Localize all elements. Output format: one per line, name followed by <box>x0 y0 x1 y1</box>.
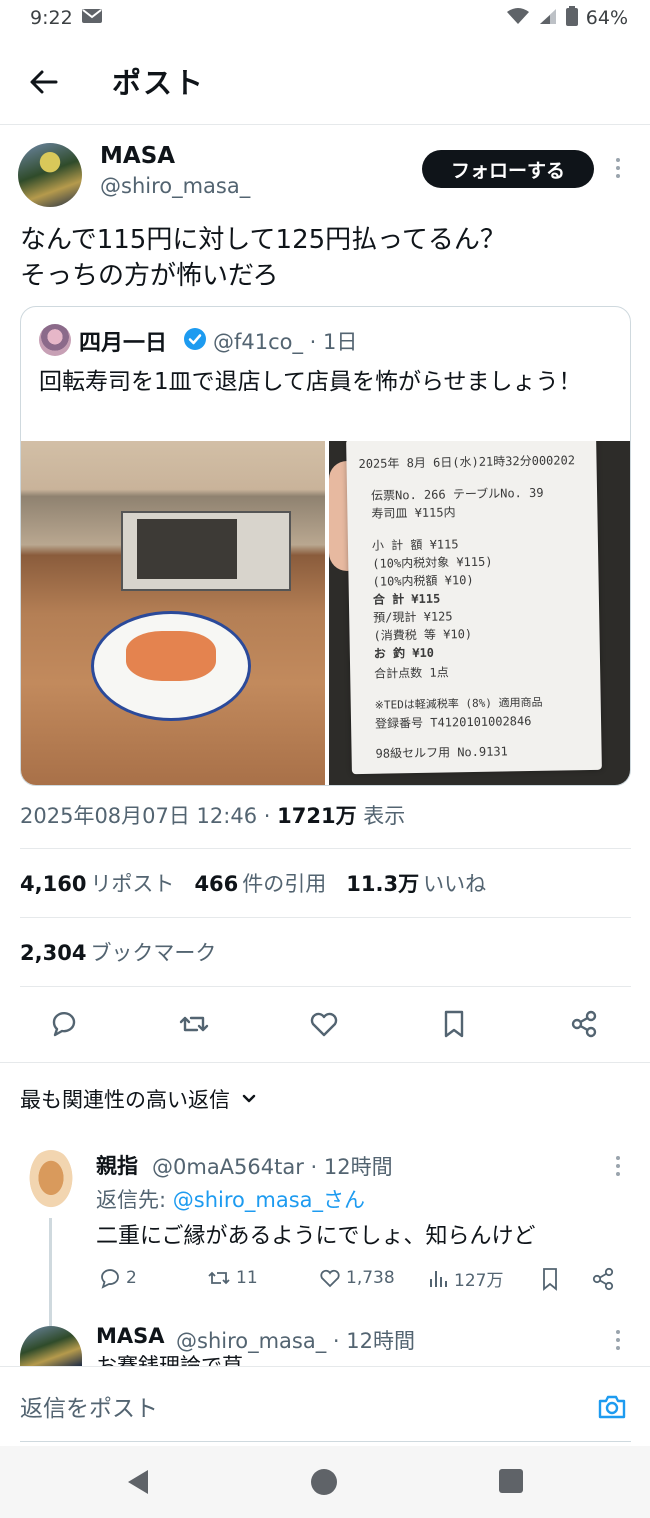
reply2-author-handle[interactable]: @shiro_masa_ · 12時間 <box>176 1325 415 1355</box>
reply-composer: 返信をポスト <box>0 1366 650 1446</box>
chevron-down-icon <box>242 1094 256 1103</box>
thread-line <box>49 1218 52 1326</box>
receipt-line: (10%内税額 ¥10) <box>372 573 474 589</box>
like-icon[interactable] <box>308 1008 340 1040</box>
reply-action-bar: 2 11 1,738 127万 <box>96 1266 626 1296</box>
bookmark-icon[interactable] <box>538 1266 562 1292</box>
author-handle[interactable]: @shiro_masa_ <box>100 174 250 198</box>
post-meta: 2025年08月07日 12:46 · 1721万 表示 <box>20 800 405 830</box>
views-label: 表示 <box>363 804 406 828</box>
divider <box>20 986 631 987</box>
bookmarks-stat[interactable]: 2,304 ブックマーク <box>20 937 216 967</box>
battery-percent: 64% <box>585 7 628 29</box>
author-name[interactable]: MASA <box>100 143 175 169</box>
receipt-line: (10%内税対象 ¥115) <box>372 554 493 571</box>
likes-stat[interactable]: 11.3万 いいね <box>346 868 486 898</box>
reply-author-name[interactable]: 親指 <box>96 1150 138 1180</box>
share-icon[interactable] <box>590 1266 616 1292</box>
nav-back-icon[interactable] <box>124 1468 150 1496</box>
camera-icon[interactable] <box>596 1391 628 1423</box>
reply-avatar[interactable] <box>26 1150 76 1212</box>
author-avatar[interactable] <box>18 143 82 207</box>
post-text: なんで115円に対して125円払ってるん？ そっちの方が怖いだろ <box>20 225 506 291</box>
nav-recents-icon[interactable] <box>498 1468 524 1494</box>
quotes-stat[interactable]: 466 件の引用 <box>194 868 326 898</box>
receipt-line: お 釣 ¥10 <box>373 645 435 661</box>
reply-more-options-icon[interactable] <box>615 1156 621 1178</box>
reply-to-prefix: 返信先: <box>96 1188 173 1212</box>
post-timestamp[interactable]: 2025年08月07日 12:46 · <box>20 804 270 828</box>
reply-icon[interactable] <box>48 1008 80 1040</box>
views-icon <box>430 1270 447 1287</box>
receipt-line: ※TEDは軽減税率 (8%) 適用商品 <box>374 695 543 712</box>
receipt-line: 合 計 ¥115 <box>372 591 441 607</box>
reply-comment-count: 2 <box>126 1268 137 1288</box>
reply-icon <box>101 1269 119 1289</box>
receipt-line: 寿司皿 ¥115内 <box>371 505 456 521</box>
quoted-author-handle: @f41co_ · 1日 <box>213 330 358 354</box>
app-header: ポスト <box>0 48 650 118</box>
receipt-line: 伝票No. 266 テーブルNo. 39 <box>370 485 544 503</box>
reply-to-line: 返信先: @shiro_masa_さん <box>96 1184 365 1214</box>
reply-repost-count: 11 <box>236 1268 258 1288</box>
receipt-line: 登録番号 T4120101002846 <box>374 714 532 731</box>
verified-badge-icon <box>184 328 206 350</box>
reply-repost-button[interactable]: 11 <box>206 1266 258 1290</box>
reply-like-button[interactable]: 1,738 <box>318 1266 395 1290</box>
reply-to-link[interactable]: @shiro_masa_さん <box>173 1188 365 1212</box>
reply2-author-name[interactable]: MASA <box>96 1324 165 1348</box>
divider <box>20 917 631 918</box>
post-stats: 4,160 リポスト 466 件の引用 11.3万 いいね <box>20 868 486 898</box>
divider <box>0 1062 650 1063</box>
more-options-icon[interactable] <box>615 158 621 180</box>
mail-icon <box>81 7 103 29</box>
signal-icon <box>538 7 558 30</box>
reply-like-count: 1,738 <box>346 1268 395 1288</box>
reply-text: 二重にご縁があるようにでしょ、知らんけど <box>96 1224 536 1249</box>
status-time: 9:22 <box>30 7 73 29</box>
repost-icon[interactable] <box>178 1008 210 1040</box>
quoted-author-avatar <box>39 324 71 356</box>
receipt: 2025年 8月 6日(水)21時32分000202 伝票No. 266 テーブ… <box>346 441 602 775</box>
nav-home-icon[interactable] <box>310 1468 338 1496</box>
reply-views-button[interactable]: 127万 <box>428 1266 503 1291</box>
wifi-icon <box>506 7 530 30</box>
receipt-line: 預/現計 ¥125 <box>373 609 453 625</box>
reply-views-count: 127万 <box>454 1271 504 1291</box>
page-title: ポスト <box>112 66 206 100</box>
follow-button[interactable]: フォローする <box>422 150 594 188</box>
repost-icon <box>208 1271 230 1285</box>
receipt-photo[interactable]: 2025年 8月 6日(水)21時32分000202 伝票No. 266 テーブ… <box>329 441 630 785</box>
reply-author-handle[interactable]: @0maA564tar · 12時間 <box>152 1151 393 1181</box>
reply2-text: お賽銭理論で草 <box>96 1354 243 1366</box>
header-divider <box>0 124 650 125</box>
quoted-author-name: 四月一日 <box>79 331 168 356</box>
battery-icon <box>565 5 578 31</box>
quoted-post-text: 回転寿司を1皿で退店して店員を怖がらせましょう！ <box>39 369 582 395</box>
share-icon[interactable] <box>568 1008 600 1040</box>
receipt-line: 小 計 額 ¥115 <box>371 537 459 553</box>
views-count: 1721万 <box>277 804 357 828</box>
quoted-post-card[interactable]: 四月一日 @f41co_ · 1日 回転寿司を1皿で退店して店員を怖がらせましょ… <box>20 306 631 786</box>
reply-comment-button[interactable]: 2 <box>98 1266 137 1290</box>
replies-sort-dropdown[interactable]: 最も関連性の高い返信 <box>20 1084 258 1114</box>
like-icon <box>320 1269 340 1288</box>
status-bar: 9:22 64% <box>0 0 650 36</box>
receipt-line: 合計点数 1点 <box>374 665 449 681</box>
bookmark-icon[interactable] <box>438 1008 470 1040</box>
receipt-line: 98級セルフ用 No.9131 <box>375 744 508 761</box>
reply2-more-options-icon[interactable] <box>615 1330 621 1352</box>
receipt-line: 2025年 8月 6日(水)21時32分000202 <box>358 453 576 471</box>
system-nav-bar <box>0 1446 650 1518</box>
divider <box>20 848 631 849</box>
back-arrow-icon[interactable] <box>26 64 62 100</box>
reposts-stat[interactable]: 4,160 リポスト <box>20 868 174 898</box>
reply-input[interactable]: 返信をポスト <box>20 1389 158 1423</box>
sushi-plate-photo[interactable] <box>21 441 325 785</box>
replies-sort-label: 最も関連性の高い返信 <box>20 1088 230 1112</box>
composer-underline <box>20 1441 631 1442</box>
receipt-line: (消費税 等 ¥10) <box>373 627 473 643</box>
reply2-avatar[interactable] <box>20 1326 82 1366</box>
